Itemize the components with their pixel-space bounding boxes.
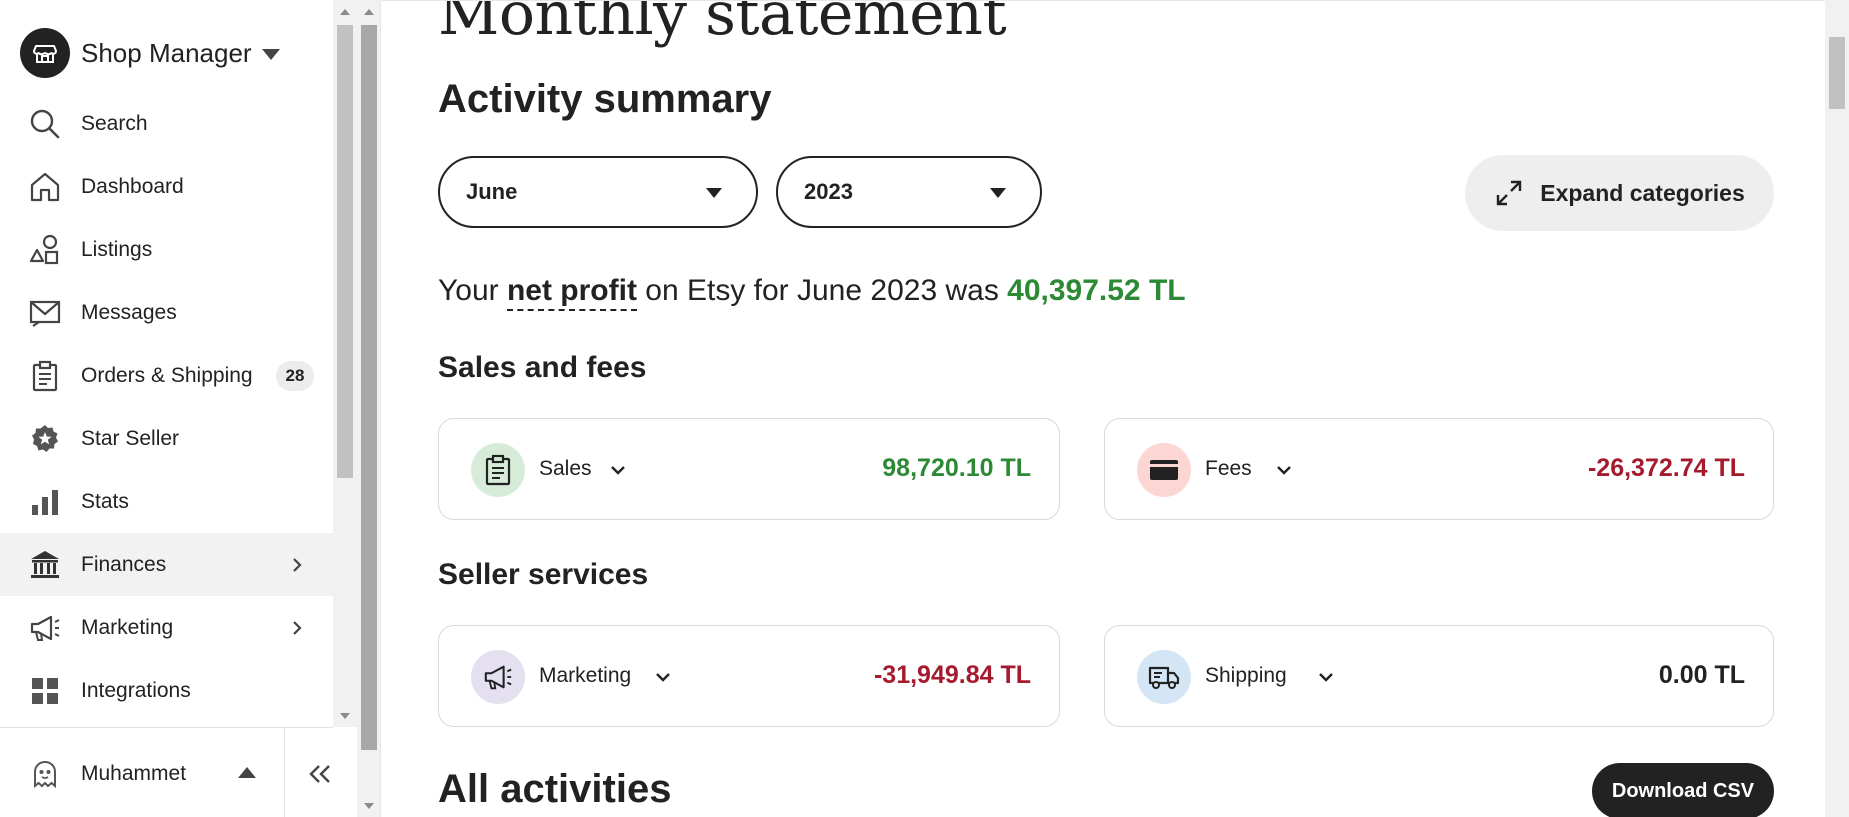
megaphone-icon (29, 612, 61, 644)
sidebar-item-label: Listings (81, 237, 153, 261)
bar-chart-icon (29, 486, 61, 518)
footer-divider (284, 728, 285, 817)
chevron-down-icon (656, 673, 670, 682)
sidebar-item-search[interactable]: Search (0, 92, 333, 155)
chevron-down-icon (1319, 673, 1333, 682)
sidebar-item-messages[interactable]: Messages (0, 281, 333, 344)
sidebar-nav: Shop Manager Search Dashboard Listings M… (0, 0, 333, 727)
sidebar-item-label: Orders & Shipping (81, 363, 253, 387)
fees-label: Fees (1205, 457, 1252, 480)
page-scrollbar-thumb[interactable] (1829, 37, 1845, 109)
sidebar-item-stats[interactable]: Stats (0, 470, 333, 533)
sidebar-item-label: Marketing (81, 615, 174, 639)
sidebar-item-label: Dashboard (81, 174, 184, 198)
expand-categories-button[interactable]: Expand categories (1465, 155, 1774, 231)
scroll-down-arrow-icon[interactable] (340, 713, 350, 719)
sidebar-item-label: Integrations (81, 678, 191, 702)
sidebar-item-dashboard[interactable]: Dashboard (0, 155, 333, 218)
sidebar: Shop Manager Search Dashboard Listings M… (0, 0, 333, 817)
double-chevron-left-icon (309, 765, 330, 783)
megaphone-icon (471, 650, 525, 704)
marketing-label: Marketing (539, 664, 632, 687)
expand-arrows-icon (1494, 178, 1524, 208)
home-icon (29, 171, 61, 203)
net-profit-summary: Your net profit on Etsy for June 2023 wa… (438, 274, 1186, 311)
sidebar-item-orders-shipping[interactable]: Orders & Shipping 28 (0, 344, 333, 407)
page-scrollbar[interactable] (1825, 0, 1849, 817)
sidebar-item-label: Finances (81, 552, 167, 576)
sidebar-item-star-seller[interactable]: Star Seller (0, 407, 333, 470)
star-badge-icon (29, 423, 61, 455)
chevron-right-icon (289, 557, 305, 573)
sidebar-item-label: Star Seller (81, 426, 180, 450)
fees-card[interactable]: Fees -26,372.74 TL (1104, 418, 1774, 520)
shipping-card[interactable]: Shipping 0.00 TL (1104, 625, 1774, 727)
bank-icon (29, 549, 61, 581)
sales-label: Sales (539, 457, 592, 480)
grid-icon (29, 675, 61, 707)
net-profit-prefix: Your (438, 274, 507, 307)
user-menu-button[interactable]: Muhammet (0, 728, 284, 817)
scroll-up-arrow-icon[interactable] (340, 9, 350, 15)
truck-icon (1137, 650, 1191, 704)
orders-count-badge: 28 (276, 360, 314, 391)
clipboard-icon (29, 360, 61, 392)
shipping-label: Shipping (1205, 664, 1287, 687)
scroll-up-arrow-icon[interactable] (364, 9, 374, 15)
marketing-value: -31,949.84 TL (873, 661, 1031, 689)
chevron-down-icon (611, 466, 625, 475)
shipping-value: 0.00 TL (1658, 661, 1745, 689)
caret-down-icon (706, 188, 722, 198)
sales-value: 98,720.10 TL (882, 454, 1031, 482)
chevron-down-icon (1277, 466, 1291, 475)
shop-logo-icon (20, 28, 70, 78)
sales-card[interactable]: Sales 98,720.10 TL (438, 418, 1060, 520)
month-select[interactable]: June (438, 156, 758, 228)
download-csv-button[interactable]: Download CSV (1592, 763, 1774, 817)
card-icon (1137, 443, 1191, 497)
ghost-avatar-icon (29, 758, 61, 790)
sidebar-item-listings[interactable]: Listings (0, 218, 333, 281)
caret-up-icon (238, 767, 256, 778)
frame-scrollbar[interactable] (357, 0, 381, 817)
shapes-icon (29, 234, 61, 266)
sidebar-item-label: Messages (81, 300, 177, 324)
all-activities-title: All activities (438, 767, 672, 811)
year-select[interactable]: 2023 (776, 156, 1042, 228)
nav-list: Search Dashboard Listings Messages Order… (0, 92, 333, 722)
main-content: Monthly statement Activity summary June … (382, 0, 1825, 817)
caret-down-icon (261, 48, 280, 60)
sidebar-item-label: Search (81, 111, 148, 135)
chevron-right-icon (289, 620, 305, 636)
caret-down-icon (990, 188, 1006, 198)
shop-manager-switcher[interactable]: Shop Manager (20, 24, 280, 82)
envelope-icon (29, 297, 61, 329)
frame-scrollbar-thumb[interactable] (361, 25, 377, 750)
sidebar-item-finances[interactable]: Finances (0, 533, 333, 596)
sidebar-scrollbar[interactable] (333, 0, 357, 727)
net-profit-amount: 40,397.52 TL (1007, 274, 1186, 307)
scroll-down-arrow-icon[interactable] (364, 803, 374, 809)
sidebar-scrollbar-thumb[interactable] (337, 25, 353, 478)
year-select-value: 2023 (804, 179, 853, 204)
marketing-card[interactable]: Marketing -31,949.84 TL (438, 625, 1060, 727)
fees-value: -26,372.74 TL (1587, 454, 1745, 482)
user-name: Muhammet (81, 762, 187, 785)
clipboard-icon (471, 443, 525, 497)
seller-services-title: Seller services (438, 558, 649, 591)
shop-manager-title: Shop Manager (81, 37, 252, 68)
page-title: Monthly statement (438, 0, 1007, 49)
search-icon (29, 108, 61, 140)
collapse-sidebar-button[interactable] (298, 756, 342, 792)
sidebar-item-integrations[interactable]: Integrations (0, 659, 333, 722)
sales-and-fees-title: Sales and fees (438, 351, 647, 384)
sidebar-item-marketing[interactable]: Marketing (0, 596, 333, 659)
net-profit-term-tooltip[interactable]: net profit (506, 274, 637, 311)
activity-summary-title: Activity summary (438, 77, 772, 121)
month-select-value: June (466, 179, 518, 204)
expand-categories-label: Expand categories (1540, 179, 1745, 206)
net-profit-middle: on Etsy for June 2023 was (636, 274, 1008, 307)
sidebar-item-label: Stats (81, 489, 129, 513)
sidebar-footer: Muhammet (0, 727, 333, 817)
